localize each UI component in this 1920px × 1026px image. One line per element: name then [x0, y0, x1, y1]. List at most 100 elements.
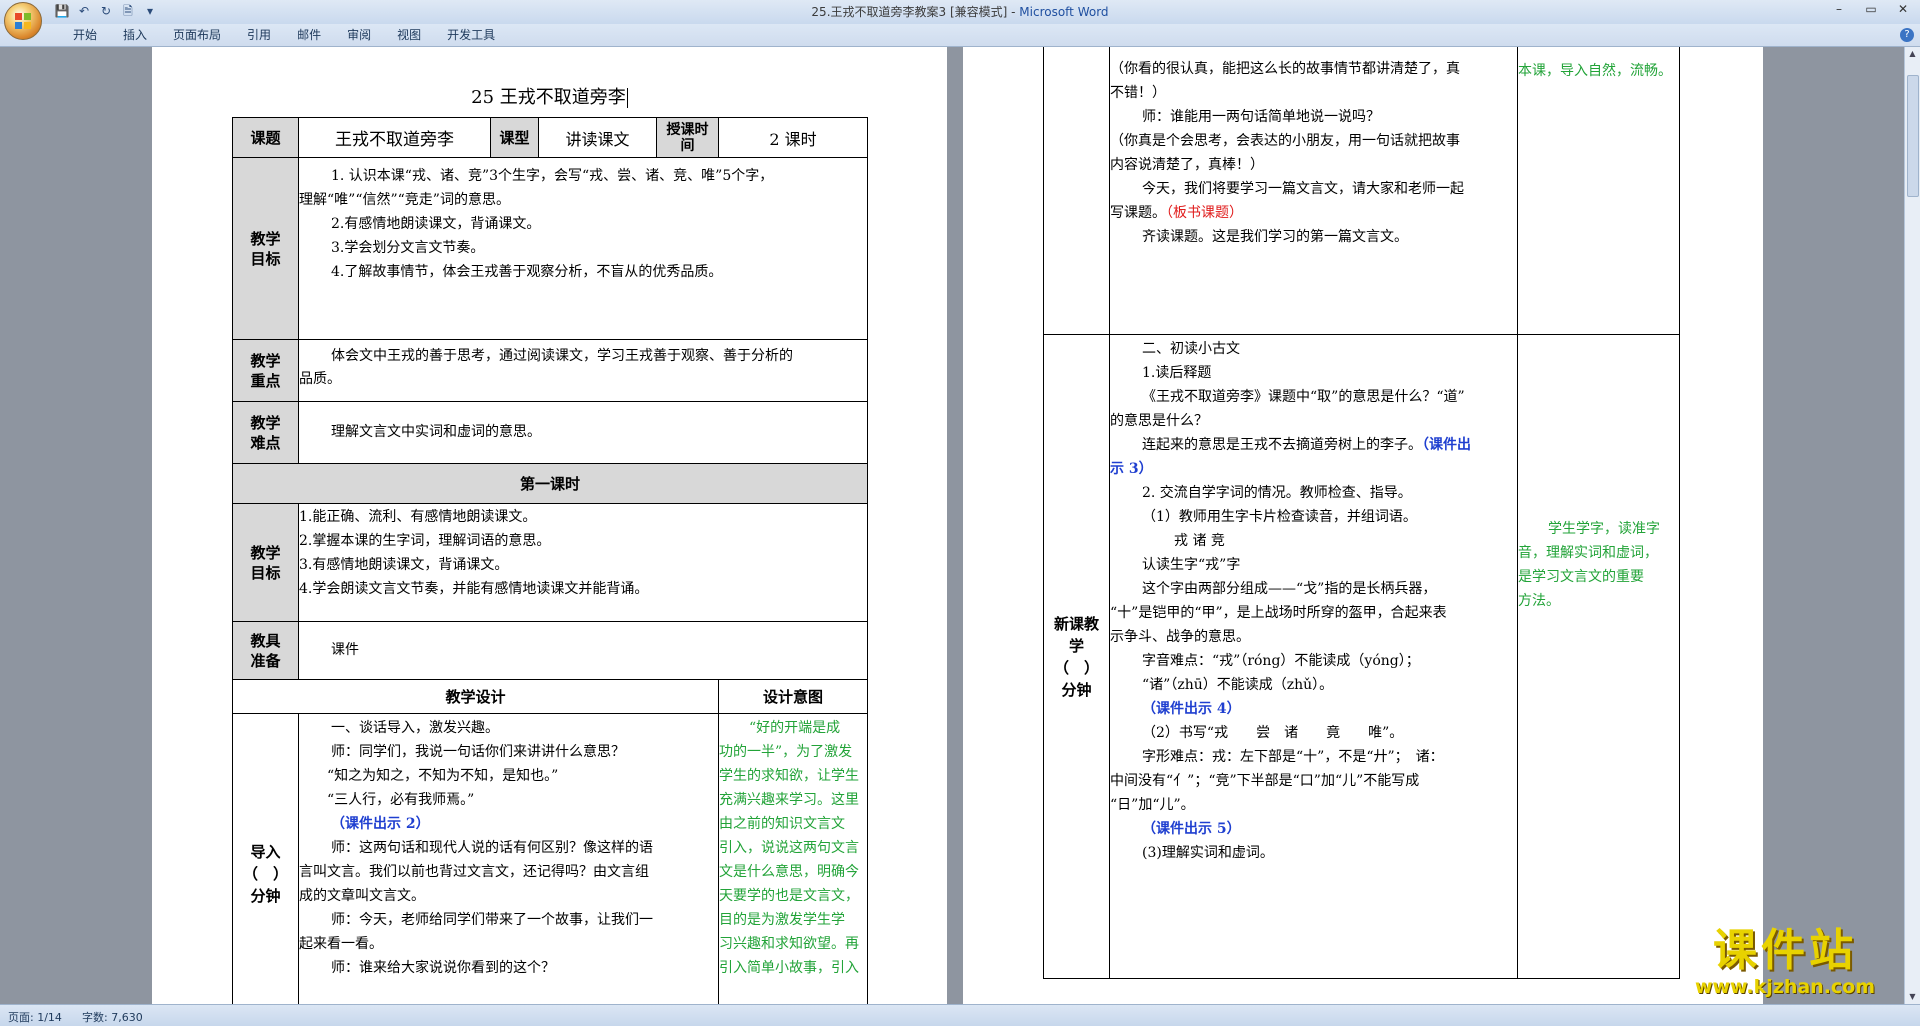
- prep-text: 课件: [331, 642, 359, 658]
- intro-line: 成的文章叫文言文。: [299, 888, 425, 904]
- vertical-scrollbar[interactable]: ▲ ▼: [1904, 47, 1920, 1004]
- ribbon-tab[interactable]: 开始: [60, 27, 110, 43]
- ribbon-tab[interactable]: 审阅: [334, 27, 384, 43]
- intro-line: 师：这两句话和现代人说的话有何区别？像这样的语: [331, 840, 653, 856]
- goals-label: 教学目标: [232, 157, 299, 340]
- scroll-down-icon[interactable]: ▼: [1905, 990, 1920, 1004]
- ribbon-tab[interactable]: 页面布局: [160, 27, 234, 43]
- goals2-label: 教学目标: [232, 503, 299, 622]
- goal2-line: 4.学会朗读文言文节奏，并能有感情地读课文并能背诵。: [299, 581, 649, 597]
- new-lesson-line: 二、初读小古文: [1142, 341, 1240, 357]
- page-2[interactable]: （你看的很认真，能把这么长的故事情节都讲清楚了，真 不错！） 师：谁能用一两句话简单…: [963, 47, 1763, 1004]
- new-lesson-line: 字形难点：戎：左下部是“十”，不是“廾”； 诸：: [1142, 749, 1444, 765]
- goal2-line: 2.掌握本课的生字词，理解词语的意思。: [299, 533, 551, 549]
- page-count[interactable]: 页面: 1/14: [8, 1009, 62, 1025]
- intro-intent-line: 天要学的也是文言文，: [719, 888, 859, 904]
- new-lesson-line: 连起来的意思是王戎不去摘道旁树上的李子。（课件出: [1110, 433, 1517, 457]
- title-text: 25 王戎不取道旁李: [471, 87, 626, 108]
- intro-continued-text: 写课题。: [1110, 205, 1166, 221]
- goal-line: 2.有感情地朗读课文，背诵课文。: [331, 216, 541, 232]
- intro-intent-line: 文是什么意思，明确今: [719, 864, 859, 880]
- intro-line: 师：同学们，我说一句话你们来讲讲什么意思？: [331, 744, 625, 760]
- goals2-cell: 1.能正确、流利、有感情地朗读课文。 2.掌握本课的生字词，理解词语的意思。 3.有…: [298, 503, 868, 622]
- scroll-up-icon[interactable]: ▲: [1905, 47, 1920, 61]
- blank-label-cell: [1043, 47, 1110, 335]
- new-intent-line: 方法。: [1518, 593, 1560, 609]
- app-name: Microsoft Word: [1019, 5, 1109, 19]
- ribbon-tab[interactable]: 开发工具: [434, 27, 508, 43]
- ribbon-tab[interactable]: 邮件: [284, 27, 334, 43]
- intro-cell: 一、谈话导入，激发兴趣。 师：同学们，我说一句话你们来讲讲什么意思？ “知之为知之，…: [298, 713, 719, 1004]
- goals-cell: 1. 认识本课“戎、诸、竞”3个生字，会写“戎、尝、诸、竞、唯”5个字， 理解“唯…: [298, 157, 868, 340]
- intro-line: 起来看一看。: [299, 936, 383, 952]
- new-lesson-intent-cell: 学生学字，读准字 音，理解实词和虚词， 是学习文言文的重要 方法。: [1517, 334, 1680, 979]
- new-lesson-line: 认读生字“戎”字: [1142, 557, 1241, 573]
- type-label: 课型: [490, 117, 539, 158]
- intro-continued-cell: （你看的很认真，能把这么长的故事情节都讲清楚了，真 不错！） 师：谁能用一两句话简单…: [1109, 47, 1518, 335]
- intro-intent-line: 充满兴趣来学习。这里: [719, 792, 859, 808]
- help-icon[interactable]: ?: [1900, 28, 1914, 42]
- status-bar: 页面: 1/14 字数: 7,630: [0, 1004, 1920, 1026]
- intro-line: 言叫文言。我们以前也背过文言文，还记得吗？由文言组: [299, 864, 649, 880]
- ribbon-tabs: 开始 插入 页面布局 引用 邮件 审阅 视图 开发工具 ?: [0, 24, 1920, 47]
- intro-intent-line: 目的是为激发学生学: [719, 912, 845, 928]
- lesson-plan-table: 课题 王戎不取道旁李 课型 讲读课文 授课时间 2 课时 教学目标 1. 认识本…: [232, 117, 868, 1004]
- new-lesson-line: （1）教师用生字卡片检查读音，并组词语。: [1142, 509, 1417, 525]
- intro-line: “三人行，必有我师焉。”: [327, 792, 475, 808]
- new-lesson-line: 1.读后释题: [1142, 365, 1212, 381]
- intro-continued-line: 不错！）: [1110, 85, 1166, 101]
- goal-line: 4.了解故事情节，体会王戎善于观察分析，不盲从的优秀品质。: [331, 264, 723, 280]
- prep-label: 教具准备: [232, 621, 299, 680]
- intro-intent-line: 引入，说说这两句文言: [719, 840, 859, 856]
- intro-line: 师：谁来给大家说说你看到的这个？: [331, 960, 555, 976]
- lesson-plan-table-continued: （你看的很认真，能把这么长的故事情节都讲清楚了，真 不错！） 师：谁能用一两句话简单…: [1043, 47, 1680, 979]
- intro-continued-line: 齐读课题。这是我们学习的第一篇文言文。: [1142, 229, 1408, 245]
- new-lesson-line: 的意思是什么？: [1110, 413, 1208, 429]
- goal2-line: 3.有感情地朗读课文，背诵课文。: [299, 557, 509, 573]
- goal-line: 3.学会划分文言文节奏。: [331, 240, 485, 256]
- difficulty-text: 理解文言文中实词和虚词的意思。: [331, 424, 541, 440]
- key-cell: 体会文中王戎的善于思考，通过阅读课文，学习王戎善于观察、善于分析的 品质。: [298, 339, 868, 402]
- new-lesson-line: （2）书写“戎 尝 诸 竟 唯”。: [1142, 725, 1404, 741]
- design-heading: 教学设计: [232, 679, 719, 714]
- prep-cell: 课件: [298, 621, 868, 680]
- intro-line: （课件出示 2）: [331, 816, 430, 832]
- type-value: 讲读课文: [538, 117, 657, 158]
- intro-line: 师：今天，老师给同学们带来了一个故事，让我们一: [331, 912, 653, 928]
- time-label: 授课时间: [656, 117, 719, 158]
- ribbon-tab[interactable]: 视图: [384, 27, 434, 43]
- slide-note: （课件出: [1422, 437, 1471, 453]
- difficulty-cell: 理解文言文中实词和虚词的意思。: [298, 401, 868, 464]
- ribbon-tab[interactable]: 插入: [110, 27, 160, 43]
- document-workspace[interactable]: 25 王戎不取道旁李 课题 王戎不取道旁李 课型 讲读课文 授课时间 2 课时 …: [0, 47, 1905, 1004]
- title-bar: 💾 ↶ ↻ 🗎 ▾ 25.王戎不取道旁李教案3 [兼容模式] - Microso…: [0, 0, 1920, 25]
- new-lesson-text: 连起来的意思是王戎不去摘道旁树上的李子。: [1142, 437, 1422, 453]
- goal2-line: 1.能正确、流利、有感情地朗读课文。: [299, 509, 537, 525]
- scroll-thumb[interactable]: [1907, 75, 1919, 197]
- new-lesson-line: “十”是铠甲的“甲”，是上战场时所穿的盔甲，合起来表: [1110, 605, 1447, 621]
- new-lesson-label: 新课教学（ ）分钟: [1043, 334, 1110, 979]
- key-line-1: 体会文中王戎的善于思考，通过阅读课文，学习王戎善于观察、善于分析的: [331, 348, 793, 364]
- close-icon[interactable]: ✕: [1892, 2, 1914, 16]
- ribbon-tab[interactable]: 引用: [234, 27, 284, 43]
- new-lesson-line: 这个字由两部分组成——“戈”指的是长柄兵器，: [1142, 581, 1437, 597]
- goal-line: 理解“唯”“信然”“竞走”词的意思。: [299, 192, 510, 208]
- page-1[interactable]: 25 王戎不取道旁李 课题 王戎不取道旁李 课型 讲读课文 授课时间 2 课时 …: [152, 47, 947, 1004]
- intro-continued-line: 写课题。（板书课题）: [1110, 201, 1517, 225]
- page-title: 25 王戎不取道旁李: [152, 83, 947, 109]
- board-title-note: （板书课题）: [1166, 205, 1243, 221]
- new-lesson-line: 示争斗、战争的意思。: [1110, 629, 1250, 645]
- intro-label: 导入（ ）分钟: [232, 713, 299, 1004]
- new-lesson-line: 戎 诸 竞: [1174, 533, 1225, 549]
- new-lesson-line: “诸”（zhū）不能读成（zhǔ）。: [1142, 677, 1334, 693]
- intro-continued-line: （你看的很认真，能把这么长的故事情节都讲清楚了，真: [1110, 61, 1460, 77]
- intro-continued-line: 今天，我们将要学习一篇文言文，请大家和老师一起: [1142, 181, 1464, 197]
- lesson-one-heading: 第一课时: [232, 463, 868, 504]
- intro-intent-line: 学生的求知欲，让学生: [719, 768, 859, 784]
- maximize-icon[interactable]: ▭: [1860, 2, 1882, 16]
- difficulty-label: 教学难点: [232, 401, 299, 464]
- minimize-icon[interactable]: –: [1828, 2, 1850, 16]
- office-button[interactable]: [4, 2, 42, 40]
- word-count[interactable]: 字数: 7,630: [82, 1009, 143, 1025]
- topic-value: 王戎不取道旁李: [298, 117, 491, 158]
